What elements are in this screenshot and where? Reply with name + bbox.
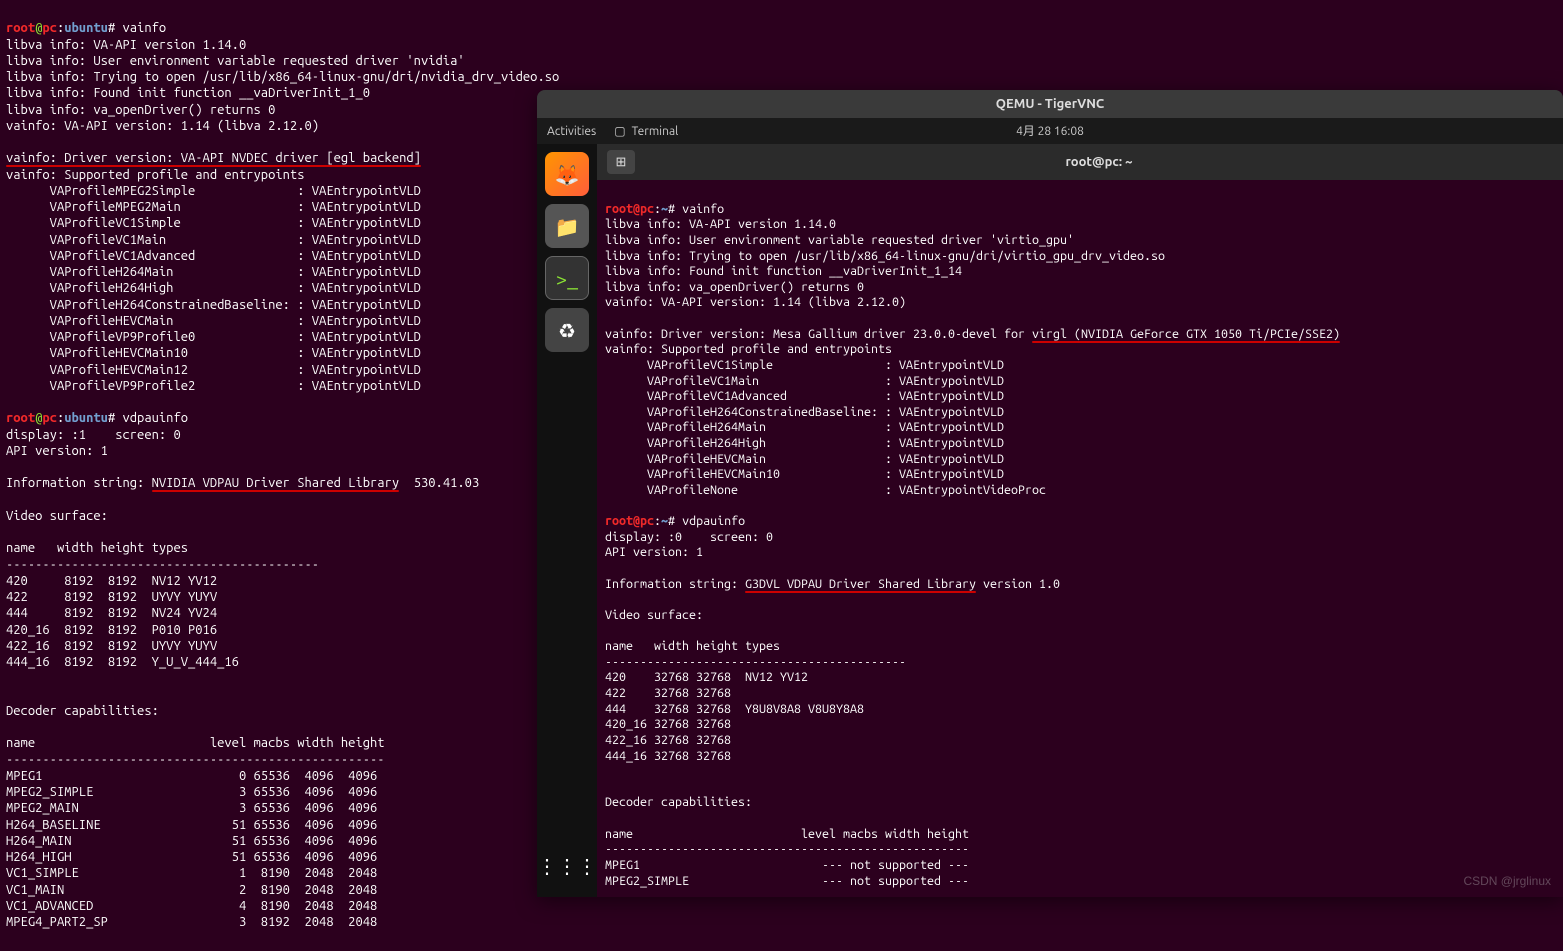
video-surface-title: Video surface: — [6, 509, 108, 523]
terminal-dock-icon[interactable]: >_ — [545, 256, 589, 300]
apps-icon[interactable]: ⋮⋮⋮ — [545, 843, 589, 887]
video-surface-rows: 420 32768 32768 NV12 YV12 422 32768 3276… — [605, 670, 1555, 764]
command-text: vdpauinfo — [123, 411, 189, 425]
vdpau-head: display: :0 screen: 0 API version: 1 — [605, 530, 1555, 561]
vnc-content: Activities ▢ Terminal 4月 28 16:08 🦊 📁 >_… — [537, 118, 1563, 897]
video-surface-title: Video surface: — [605, 608, 703, 622]
window-title: QEMU - TigerVNC — [996, 96, 1104, 112]
watermark: CSDN @jrglinux — [1463, 874, 1551, 889]
info-string: NVIDIA VDPAU Driver Shared Library — [152, 476, 400, 490]
driver-version-line: vainfo: Driver version: VA-API NVDEC dri… — [6, 151, 421, 165]
terminal-icon: ▢ — [614, 124, 625, 139]
guest-terminal[interactable]: root@pc:~# vainfo libva info: VA-API ver… — [597, 180, 1563, 897]
firefox-icon[interactable]: 🦊 — [545, 152, 589, 196]
new-tab-button[interactable]: ⊞ — [607, 150, 635, 174]
decoder-title: Decoder capabilities: — [605, 795, 752, 809]
vnc-titlebar[interactable]: QEMU - TigerVNC — [537, 90, 1563, 118]
table-header: name width height types — [6, 541, 188, 555]
guest-terminal-window[interactable]: ⊞ root@pc: ~ root@pc:~# vainfo libva inf… — [597, 144, 1563, 897]
command-text: vdpauinfo — [682, 514, 745, 528]
terminal-headerbar[interactable]: ⊞ root@pc: ~ — [597, 144, 1563, 180]
command-text: vainfo — [682, 202, 724, 216]
vnc-window[interactable]: QEMU - TigerVNC Activities ▢ Terminal 4月… — [537, 90, 1563, 897]
table-header: name level macbs width height — [605, 827, 969, 841]
files-icon[interactable]: 📁 — [545, 204, 589, 248]
table-header: name level macbs width height — [6, 736, 385, 750]
terminal-title: root@pc: ~ — [1066, 154, 1133, 170]
supported-line: vainfo: Supported profile and entrypoint… — [6, 168, 304, 182]
prompt-user: root — [6, 21, 35, 35]
table-header: name width height types — [605, 639, 780, 653]
info-string: G3DVL VDPAU Driver Shared Library — [745, 577, 976, 591]
decoder-rows: MPEG1 --- not supported --- MPEG2_SIMPLE… — [605, 858, 1555, 889]
vaapi-profiles: VAProfileVC1Simple : VAEntrypointVLD VAP… — [605, 358, 1555, 499]
decoder-title: Decoder capabilities: — [6, 704, 159, 718]
prompt-user: root@pc — [605, 202, 654, 216]
activities-button[interactable]: Activities — [547, 124, 596, 139]
dock[interactable]: 🦊 📁 >_ ♻ ⋮⋮⋮ — [537, 144, 597, 897]
trash-icon[interactable]: ♻ — [545, 308, 589, 352]
app-menu[interactable]: ▢ Terminal — [614, 124, 678, 139]
command-text: vainfo — [123, 21, 167, 35]
clock[interactable]: 4月 28 16:08 — [1016, 124, 1084, 139]
driver-version-line: virgl (NVIDIA GeForce GTX 1050 Ti/PCIe/S… — [1032, 327, 1340, 341]
gnome-topbar[interactable]: Activities ▢ Terminal 4月 28 16:08 — [537, 118, 1563, 144]
libva-output: libva info: VA-API version 1.14.0 libva … — [605, 217, 1555, 311]
